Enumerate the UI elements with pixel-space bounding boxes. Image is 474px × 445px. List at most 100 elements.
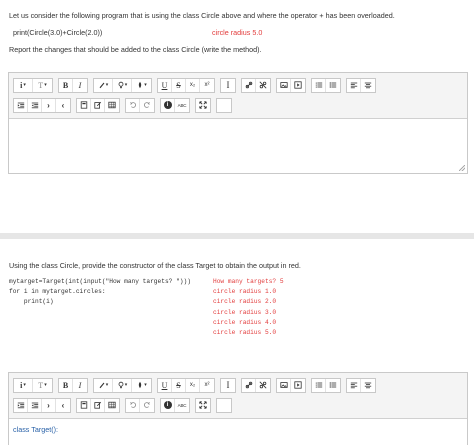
- superscript-icon: x²: [204, 382, 210, 388]
- italic-button[interactable]: I: [73, 79, 87, 92]
- fullscreen-button[interactable]: [196, 399, 210, 412]
- image-button[interactable]: [277, 378, 291, 392]
- ltr-button[interactable]: ›: [42, 398, 56, 412]
- fullscreen-button[interactable]: [196, 99, 210, 112]
- table-button[interactable]: [105, 399, 119, 412]
- redo-button[interactable]: [140, 399, 154, 412]
- superscript-button[interactable]: x²: [200, 379, 214, 392]
- redo-button[interactable]: [140, 99, 154, 112]
- outdent-icon: [17, 102, 24, 109]
- editor-2-content[interactable]: class Target():: [9, 419, 467, 445]
- undo-button[interactable]: [126, 398, 140, 412]
- outdent-button[interactable]: [14, 398, 28, 412]
- edit-button[interactable]: [91, 98, 105, 112]
- bullet-list-button[interactable]: [312, 378, 326, 392]
- superscript-button[interactable]: x²: [200, 79, 214, 92]
- table-button[interactable]: [105, 99, 119, 112]
- accessibility-button[interactable]: i: [161, 98, 175, 112]
- html-button[interactable]: [217, 399, 231, 412]
- subscript-button[interactable]: x₂: [186, 78, 200, 92]
- bold-button[interactable]: B: [59, 378, 73, 392]
- bold-button[interactable]: B: [59, 78, 73, 92]
- info-dropdown-icon: ▾: [23, 382, 26, 388]
- unlink-button[interactable]: [256, 79, 270, 92]
- bold-icon: B: [62, 380, 69, 390]
- font-color-button[interactable]: ▾: [94, 378, 113, 392]
- align-center-button[interactable]: [361, 379, 375, 392]
- accessibility-button[interactable]: i: [161, 398, 175, 412]
- align-left-icon: [350, 382, 357, 389]
- indent-icon: [31, 102, 38, 109]
- strikethrough-button[interactable]: S: [172, 378, 186, 392]
- q2-output: How many targets? 5 circle radius 1.0 ci…: [213, 277, 284, 338]
- highlight-icon: [118, 81, 124, 89]
- toolbar-group: ▾ ▾ ▾: [93, 377, 152, 393]
- equation-button[interactable]: [77, 98, 91, 112]
- info-dropdown-button[interactable]: i ▾: [14, 78, 33, 92]
- toolbar-group: I: [220, 377, 236, 393]
- highlight-button[interactable]: ▾: [113, 378, 132, 392]
- format-dropdown-button[interactable]: T ▾: [33, 379, 52, 392]
- link-button[interactable]: [242, 78, 256, 92]
- indent-button[interactable]: [28, 98, 42, 112]
- toolbar-group: U Sx₂ x²: [157, 377, 215, 393]
- superscript-icon: x²: [204, 82, 210, 88]
- text-cursor-button[interactable]: I: [221, 379, 235, 392]
- media-button[interactable]: [291, 79, 305, 92]
- q2-output-line: circle radius 3.0: [213, 308, 277, 316]
- rtl-button[interactable]: ‹: [56, 399, 70, 412]
- numbered-list-button[interactable]: [326, 79, 340, 92]
- italic-button[interactable]: I: [73, 379, 87, 392]
- toolbar-group: BI: [58, 377, 88, 393]
- unlink-button[interactable]: [256, 379, 270, 392]
- info-dropdown-icon: i: [20, 380, 23, 390]
- bullet-list-icon: [315, 382, 322, 388]
- info-dropdown-button[interactable]: i ▾: [14, 378, 33, 392]
- strikethrough-icon: S: [176, 380, 181, 390]
- q1-code: print(Circle(3.0)+Circle(2.0)): [13, 28, 103, 37]
- font-color-button[interactable]: ▾: [94, 78, 113, 92]
- subscript-icon: x₂: [189, 82, 196, 88]
- editor-1-content[interactable]: [9, 119, 467, 173]
- resize-handle[interactable]: [459, 165, 465, 171]
- html-button[interactable]: [217, 99, 231, 112]
- q2-code: mytarget=Target(int(input("How many targ…: [9, 277, 191, 307]
- toolbar-group: [195, 97, 211, 113]
- indent-button[interactable]: [28, 398, 42, 412]
- ltr-button[interactable]: ›: [42, 98, 56, 112]
- q1-task: Report the changes that should be added …: [9, 45, 262, 54]
- rtl-button[interactable]: ‹: [56, 99, 70, 112]
- equation-button[interactable]: [77, 398, 91, 412]
- align-left-button[interactable]: [347, 78, 361, 92]
- highlight-button[interactable]: ▾: [113, 78, 132, 92]
- align-center-button[interactable]: [361, 79, 375, 92]
- align-left-button[interactable]: [347, 378, 361, 392]
- spellcheck-button[interactable]: ABC: [175, 99, 189, 112]
- fill-button[interactable]: ▾: [132, 379, 151, 392]
- image-button[interactable]: [277, 78, 291, 92]
- fill-icon: ▾: [144, 82, 147, 88]
- edit-button[interactable]: [91, 398, 105, 412]
- subscript-icon: x₂: [189, 382, 196, 388]
- undo-button[interactable]: [126, 98, 140, 112]
- media-icon: [294, 381, 302, 389]
- media-button[interactable]: [291, 379, 305, 392]
- underline-button[interactable]: U: [158, 78, 172, 92]
- fill-button[interactable]: ▾: [132, 79, 151, 92]
- toolbar-group: [311, 377, 341, 393]
- text-cursor-button[interactable]: I: [221, 79, 235, 92]
- bullet-list-button[interactable]: [312, 78, 326, 92]
- fill-icon: [139, 381, 142, 389]
- spellcheck-button[interactable]: ABC: [175, 399, 189, 412]
- format-dropdown-button[interactable]: T ▾: [33, 79, 52, 92]
- numbered-list-button[interactable]: [326, 379, 340, 392]
- strikethrough-button[interactable]: S: [172, 78, 186, 92]
- unlink-icon: [259, 381, 267, 389]
- fullscreen-icon: [199, 101, 207, 109]
- q1-output: circle radius 5.0: [212, 28, 263, 37]
- subscript-button[interactable]: x₂: [186, 378, 200, 392]
- outdent-button[interactable]: [14, 98, 28, 112]
- toolbar-group: [195, 397, 211, 413]
- underline-button[interactable]: U: [158, 378, 172, 392]
- link-button[interactable]: [242, 378, 256, 392]
